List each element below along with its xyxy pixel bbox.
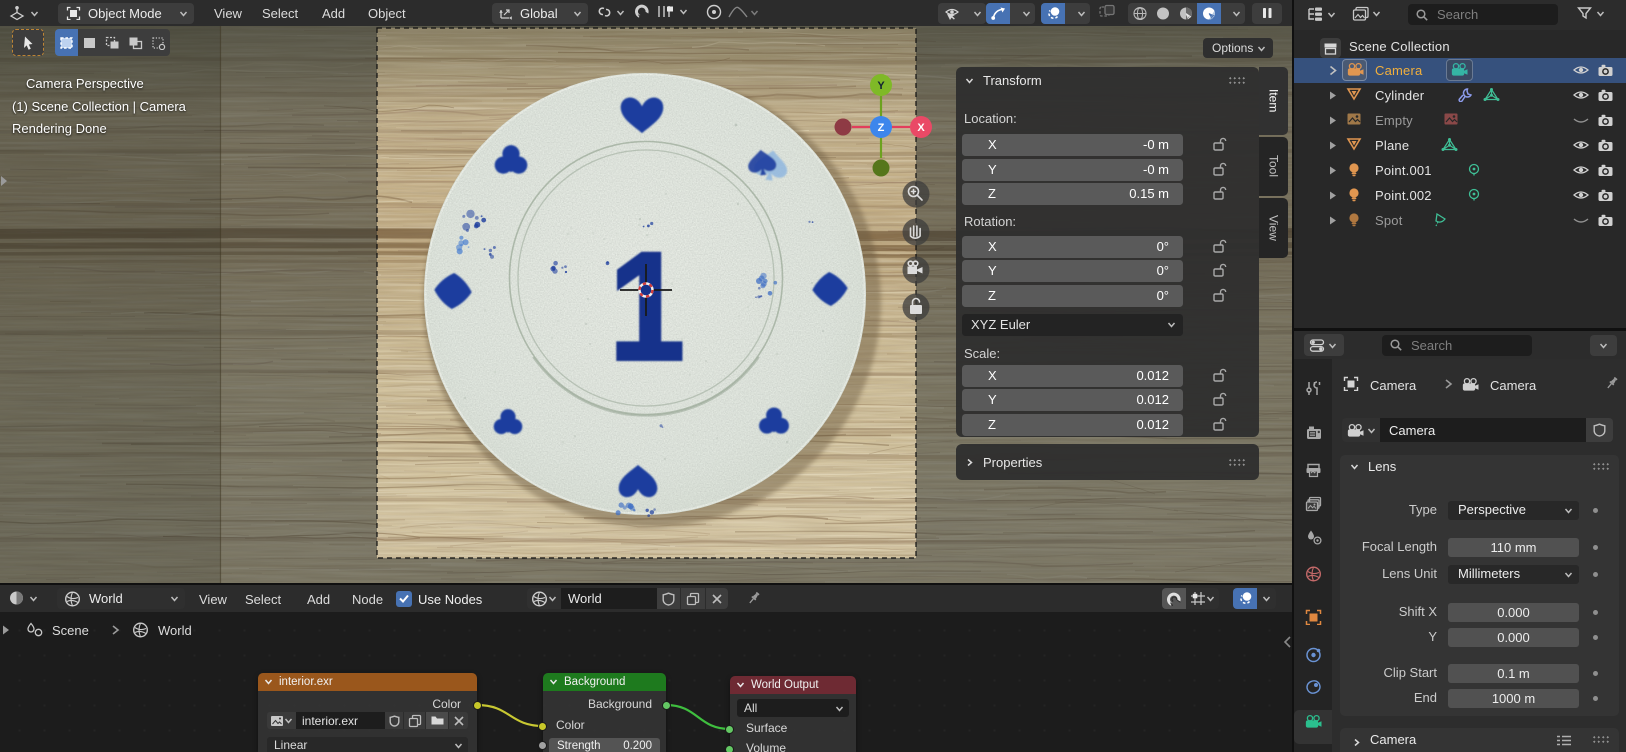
svg-text:Z: Z <box>878 122 885 134</box>
svg-text:1: 1 <box>610 221 685 392</box>
svg-text:Y: Y <box>877 80 885 92</box>
svg-text:X: X <box>917 122 925 134</box>
